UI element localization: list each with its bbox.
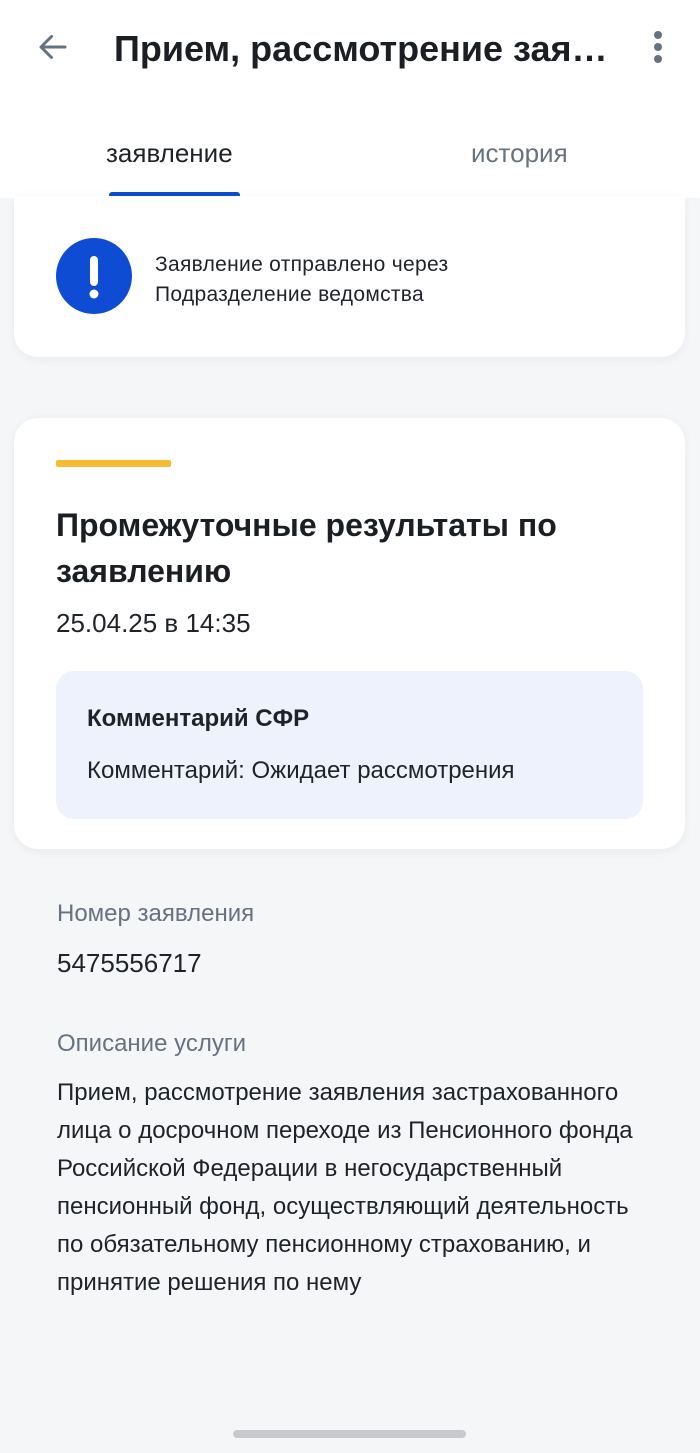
exclamation-icon	[56, 238, 132, 314]
results-date: 25.04.25 в 14:35	[56, 608, 251, 638]
tab-statement[interactable]: заявление	[106, 138, 233, 198]
notice-line-2: Подразделение ведомства	[155, 283, 424, 306]
more-options-button[interactable]	[636, 22, 680, 72]
arrow-left-icon	[39, 35, 67, 59]
home-indicator[interactable]	[233, 1430, 466, 1438]
service-description-value: Прием, рассмотрение заявления застрахова…	[57, 1079, 633, 1296]
comment-text: Комментарий: Ожидает рассмотрения	[87, 757, 515, 784]
more-vertical-icon	[654, 31, 662, 63]
application-number-label: Номер заявления	[57, 900, 255, 927]
notice-line-1: Заявление отправлено через	[155, 253, 449, 276]
top-app-bar: Прием, рассмотрение заявления застрахова…	[0, 0, 700, 100]
status-accent-bar	[56, 460, 171, 467]
tab-bar: заявление история	[0, 100, 700, 198]
tab-history[interactable]: история	[471, 138, 568, 198]
app-screen: Прием, рассмотрение заявления застрахова…	[0, 0, 700, 1453]
results-title: Промежуточные результаты по заявлению	[56, 507, 557, 589]
service-description-label: Описание услуги	[57, 1030, 246, 1057]
intermediate-results-card: Промежуточные результаты по заявлению 25…	[14, 418, 685, 849]
notice-card: Заявление отправлено через Подразделение…	[14, 196, 685, 357]
comment-box: Комментарий СФР Комментарий: Ожидает рас…	[56, 671, 643, 819]
application-number-value: 5475556717	[57, 948, 202, 978]
comment-title: Комментарий СФР	[87, 705, 310, 732]
back-button[interactable]	[28, 22, 78, 72]
page-title: Прием, рассмотрение заявления застрахова…	[114, 28, 614, 69]
notice-text: Заявление отправлено через Подразделение…	[155, 250, 635, 310]
